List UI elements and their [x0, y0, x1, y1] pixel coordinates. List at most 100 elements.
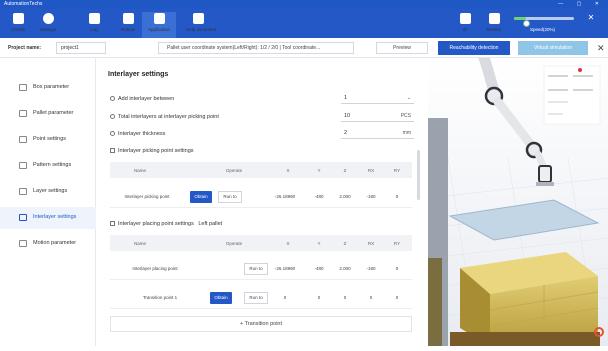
speed-label: Speed(20%): [530, 27, 556, 32]
picking-table-header: Name Operate X Y Z RX RY: [110, 162, 412, 178]
picking-section-title: Interlayer picking point settings: [110, 148, 194, 154]
row-name: Transition point 1: [142, 295, 178, 300]
mini-info-overlay: [543, 65, 601, 125]
preview-button[interactable]: Preview: [376, 42, 428, 54]
speed-slider-track[interactable]: [514, 17, 574, 27]
toolbar-crisb[interactable]: CRISB: [6, 11, 30, 32]
placing-section-title: Interlayer placing point settings Left p…: [110, 221, 222, 227]
cell-rx: -180: [366, 194, 376, 199]
run-to-button[interactable]: Run to: [244, 292, 268, 304]
mm-unit: mm: [402, 130, 411, 136]
window-titlebar: AutomationTechs — ▢ ✕: [0, 0, 608, 9]
thickness-label: Interlayer thickness: [110, 131, 165, 137]
add-between-select[interactable]: 1 ⌄: [341, 93, 414, 104]
motion-icon: [19, 240, 27, 247]
placing-table-header: Name Operate X Y Z RX RY: [110, 235, 412, 251]
obtain-button[interactable]: Obtain: [210, 292, 232, 304]
header-x: X: [286, 167, 290, 173]
help-icon: [192, 13, 204, 24]
toolbar-monitor[interactable]: Monitor: [482, 11, 506, 32]
app-icon: [153, 13, 165, 24]
cell-rx: 0: [369, 295, 373, 300]
row-name: Interlayer picking point: [124, 194, 170, 199]
add-between-label: Add interlayer between: [110, 96, 174, 102]
header-rx: RX: [367, 240, 375, 246]
thickness-input[interactable]: 2 mm: [341, 128, 414, 139]
row-name: Interlayer placing point: [132, 266, 178, 271]
cursor-icon: [12, 13, 24, 24]
header-x: X: [286, 240, 290, 246]
interlayer-icon: [19, 214, 27, 221]
info-icon: [110, 96, 115, 101]
cell-x: -26.18990: [274, 266, 296, 271]
page-title: Interlayer settings: [108, 71, 169, 78]
monitor-icon: [488, 13, 500, 24]
header-ry: RY: [393, 167, 401, 173]
sidebar-item-pallet-parameter[interactable]: Pallet parameter: [0, 103, 96, 125]
robot-icon: [122, 13, 134, 24]
header-name: Name: [133, 240, 146, 246]
simulation-3d-view[interactable]: [427, 52, 608, 347]
run-to-button[interactable]: Run to: [218, 191, 242, 203]
project-name-label: Project name:: [8, 45, 42, 51]
sidebar: Box parameter Pallet parameter Point set…: [0, 58, 96, 346]
box-icon: [19, 84, 27, 91]
sidebar-item-interlayer-settings[interactable]: Interlayer settings: [0, 207, 96, 229]
pallet-icon: [19, 110, 27, 117]
window-controls[interactable]: — ▢ ✕: [558, 0, 605, 9]
sidebar-item-point-settings[interactable]: Point settings: [0, 129, 96, 151]
layer-icon: [19, 188, 27, 195]
info-icon: [110, 114, 115, 119]
scrollbar[interactable]: [417, 150, 420, 200]
toolbar-io[interactable]: IO: [453, 11, 477, 32]
header-name: Name: [133, 167, 146, 173]
gear-icon: [42, 13, 54, 24]
pattern-icon: [19, 162, 27, 169]
toolbar-help-document[interactable]: Help document: [186, 11, 216, 32]
sidebar-item-pattern-settings[interactable]: Pattern settings: [0, 155, 96, 177]
close-icon[interactable]: ✕: [597, 41, 605, 55]
cell-rx: -180: [366, 266, 376, 271]
speed-close-icon[interactable]: ✕: [586, 13, 596, 23]
left-box-stack: [428, 258, 442, 346]
chevron-down-icon: ⌄: [406, 95, 411, 101]
sidebar-item-layer-settings[interactable]: Layer settings: [0, 181, 96, 203]
run-to-button[interactable]: Run to: [244, 263, 268, 275]
toolbar-settings[interactable]: Settings: [36, 11, 60, 32]
cell-y: -480: [314, 266, 324, 271]
cell-x: -26.18990: [274, 194, 296, 199]
speed-control[interactable]: Speed(20%): [512, 12, 578, 34]
coordinate-system-display[interactable]: Pallet user coordinate system(Left/Right…: [158, 42, 354, 54]
virtual-simulation-button[interactable]: Virtual simulation: [518, 41, 588, 55]
info-icon: [110, 131, 115, 136]
log-icon: [88, 13, 100, 24]
header-operate: Operate: [225, 240, 243, 246]
sidebar-item-box-parameter[interactable]: Box parameter: [0, 77, 96, 99]
obtain-button[interactable]: Obtain: [190, 191, 212, 203]
io-icon: [459, 13, 471, 24]
pallet-base: [450, 332, 600, 346]
table-row: Interlayer picking point Obtain Run to -…: [110, 186, 412, 208]
pcs-unit: PCS: [400, 113, 411, 119]
section-icon: [110, 221, 115, 226]
cell-ry: 0: [395, 266, 399, 271]
project-name-input[interactable]: project1: [56, 42, 106, 54]
window-title: AutomationTechs: [4, 1, 43, 7]
toolbar-log[interactable]: Log: [82, 11, 106, 32]
header-y: Y: [317, 240, 321, 246]
main-panel: Interlayer settings Add interlayer betwe…: [97, 58, 427, 346]
total-interlayers-label: Total interlayers at interlayer picking …: [110, 114, 219, 120]
cell-z: 2.000: [339, 194, 351, 199]
toolbar-application[interactable]: Application: [147, 11, 171, 32]
add-transition-point-button[interactable]: + Transition point: [110, 316, 412, 332]
table-row: Interlayer placing point Run to -26.1899…: [110, 258, 412, 280]
header-ry: RY: [393, 240, 401, 246]
header-operate: Operate: [225, 167, 243, 173]
sidebar-item-motion-parameter[interactable]: Motion parameter: [0, 233, 96, 255]
header-z: Z: [343, 167, 347, 173]
speed-slider-knob[interactable]: [523, 20, 530, 27]
total-interlayers-input[interactable]: 10 PCS: [341, 111, 414, 122]
reachability-detection-button[interactable]: Reachability detection: [438, 41, 510, 55]
project-bar: Project name: project1 Pallet user coord…: [0, 38, 608, 58]
toolbar-robots[interactable]: Robots: [116, 11, 140, 32]
